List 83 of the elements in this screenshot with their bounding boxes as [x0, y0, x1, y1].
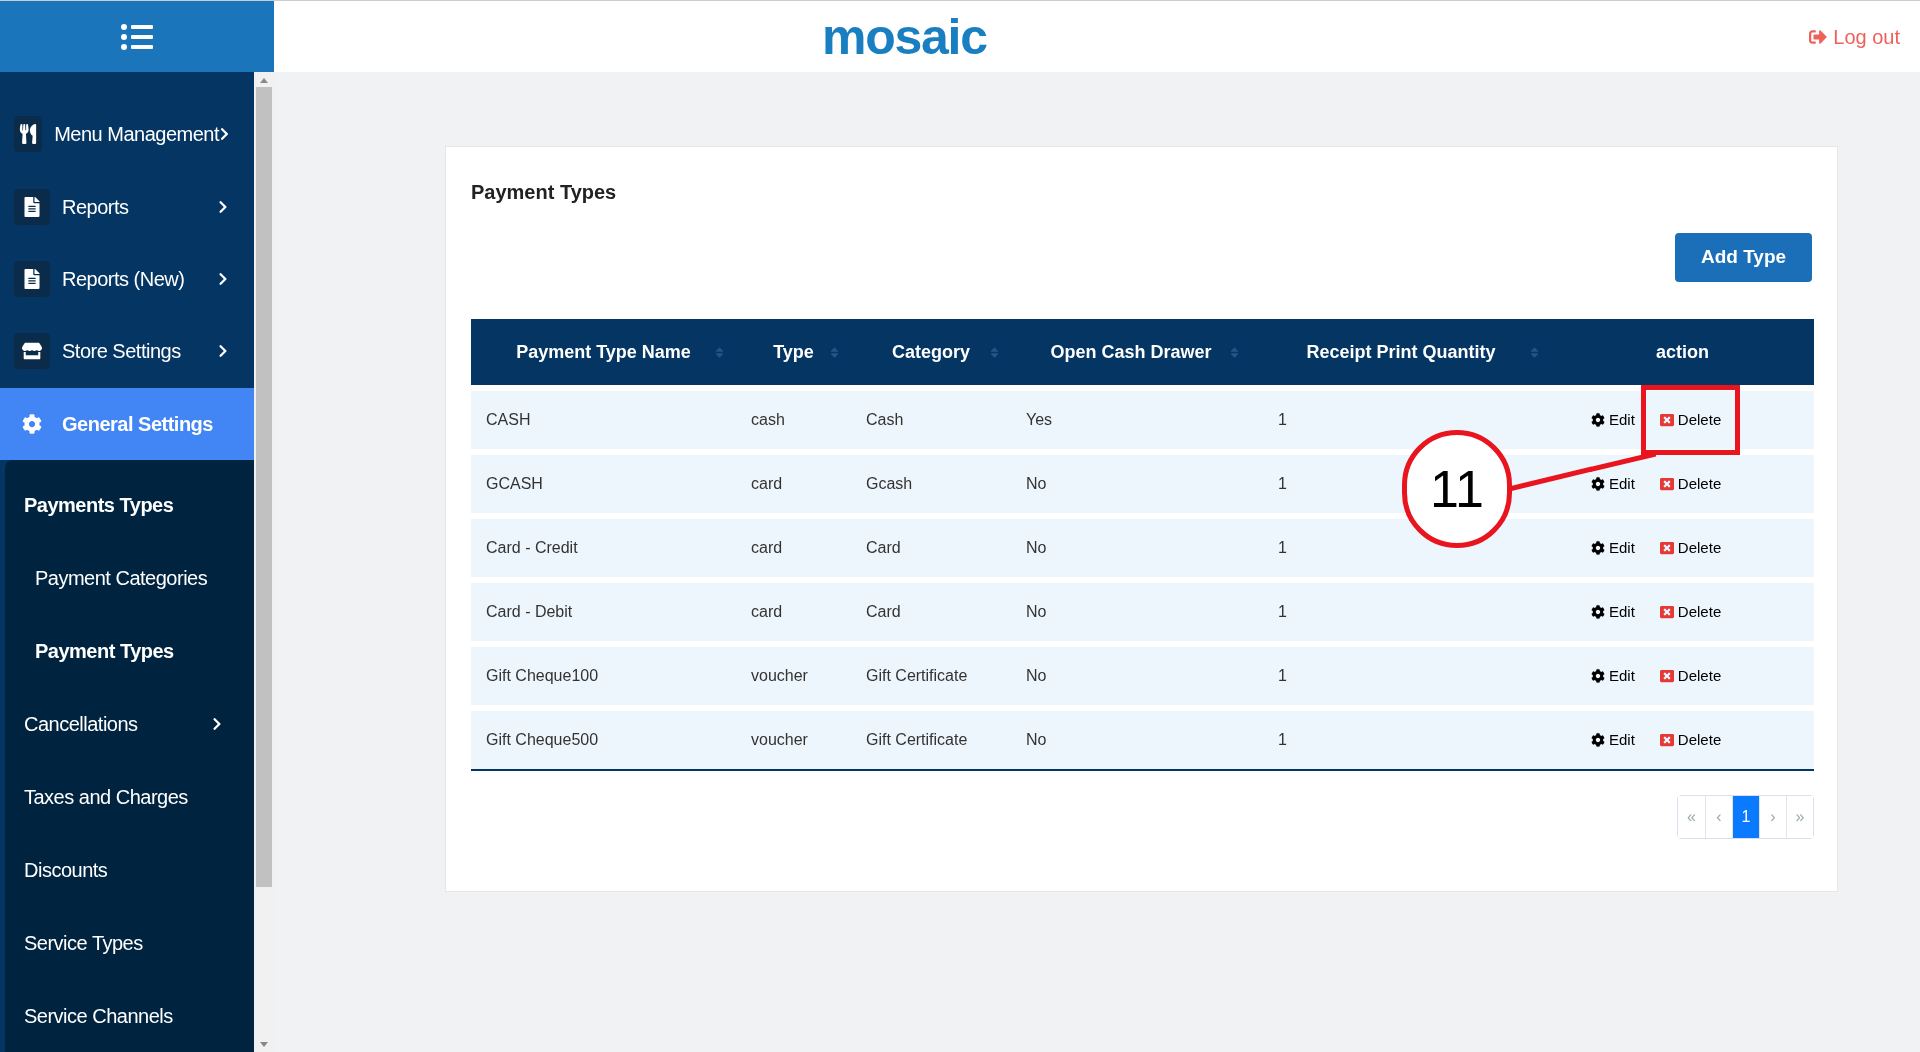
table-cell: 1: [1278, 411, 1287, 428]
table-cell: CASH: [486, 411, 531, 428]
sidebar-item[interactable]: Store Settings: [0, 315, 254, 388]
table-cell: voucher: [751, 667, 808, 684]
edit-button[interactable]: Edit: [1591, 472, 1635, 496]
sidebar-item[interactable]: Reports (New): [0, 242, 254, 316]
sidebar-item[interactable]: General Settings: [0, 387, 254, 461]
sort-icon[interactable]: [988, 345, 1001, 359]
table-cell: GCASH: [486, 475, 543, 492]
table-cell: card: [751, 539, 783, 556]
column-header: action: [1655, 340, 1710, 364]
sidebar-subitem[interactable]: Service Channels: [5, 979, 254, 1052]
settings-icon: [1591, 413, 1605, 427]
table-cell: cash: [751, 411, 785, 428]
table-cell: 1: [1278, 667, 1287, 684]
close-icon: [1659, 669, 1674, 683]
sort-icon[interactable]: [1528, 345, 1541, 359]
table-cell: Gift Certificate: [866, 731, 968, 748]
settings-icon: [1591, 733, 1605, 747]
edit-button[interactable]: Edit: [1591, 600, 1635, 624]
table-cell: Card: [866, 539, 901, 556]
table-cell: No: [1026, 667, 1047, 684]
utensils-icon: [14, 116, 43, 153]
edit-button[interactable]: Edit: [1591, 728, 1635, 752]
document-icon: [14, 261, 50, 297]
edit-button[interactable]: Edit: [1591, 664, 1635, 688]
table-cell: No: [1026, 539, 1047, 556]
close-icon: [1659, 541, 1674, 555]
edit-button[interactable]: Edit: [1591, 408, 1635, 432]
sidebar-subitem[interactable]: Payments Types: [5, 468, 254, 542]
logo: mosaic: [822, 11, 987, 62]
store-icon: [14, 333, 50, 370]
close-icon: [1659, 477, 1674, 491]
sidebar-item[interactable]: Reports: [0, 170, 254, 243]
close-icon: [1659, 733, 1674, 747]
document-icon: [14, 188, 50, 225]
table-cell: Gift Certificate: [866, 667, 968, 684]
table-cell: 1: [1278, 539, 1287, 556]
table-cell: Card - Credit: [486, 539, 578, 556]
table-cell: 1: [1278, 731, 1287, 748]
sidebar-subitem[interactable]: Taxes and Charges: [5, 760, 254, 834]
sidebar-subitem[interactable]: Payment Types: [5, 614, 254, 688]
settings-icon: [1591, 669, 1605, 683]
sidebar-subitem[interactable]: Cancellations: [5, 687, 254, 761]
table-cell: Card: [866, 603, 901, 620]
sidebar-subitem[interactable]: Payment Categories: [5, 541, 254, 615]
column-header[interactable]: Category: [851, 319, 1011, 385]
settings-icon: [1591, 541, 1605, 555]
edit-button[interactable]: Edit: [1591, 536, 1635, 560]
settings-icon: [1591, 477, 1605, 491]
table-cell: Cash: [866, 411, 904, 428]
close-icon: [1659, 413, 1674, 427]
table-cell: No: [1026, 731, 1047, 748]
settings-icon: [1591, 605, 1605, 619]
logout-icon: [1809, 27, 1828, 46]
table-cell: card: [751, 603, 783, 620]
table-cell: voucher: [751, 731, 808, 748]
table-cell: No: [1026, 475, 1047, 492]
sidebar-subitem[interactable]: Discounts: [5, 833, 254, 907]
add-type-button[interactable]: Add Type: [1675, 233, 1812, 282]
column-header[interactable]: Type: [736, 319, 851, 385]
sidebar-subitem[interactable]: Service Types: [5, 906, 254, 980]
table-cell: Yes: [1026, 411, 1053, 428]
sort-icon[interactable]: [713, 345, 726, 359]
chevron-icon: [219, 127, 230, 142]
sort-icon[interactable]: [1228, 345, 1241, 359]
table-cell: Gift Cheque100: [486, 667, 599, 684]
sort-icon[interactable]: [828, 345, 841, 359]
close-icon: [1659, 605, 1674, 619]
table-cell: 1: [1278, 475, 1287, 492]
delete-button[interactable]: Delete: [1640, 385, 1741, 455]
table-cell: card: [751, 475, 783, 492]
sidebar-item[interactable]: Menu Management: [0, 98, 254, 171]
table-cell: Card - Debit: [486, 603, 573, 620]
table-cell: 1: [1278, 603, 1287, 620]
table-cell: Gcash: [866, 475, 913, 492]
column-header[interactable]: Receipt Print Quantity: [1251, 319, 1551, 385]
card-title: Payment Types: [471, 180, 618, 205]
column-header[interactable]: Open Cash Drawer: [1011, 319, 1251, 385]
table-cell: No: [1026, 603, 1047, 620]
table-cell: Gift Cheque500: [486, 731, 599, 748]
pagination-button[interactable]: 1: [1732, 796, 1759, 838]
column-header[interactable]: Payment Type Name: [471, 319, 736, 385]
